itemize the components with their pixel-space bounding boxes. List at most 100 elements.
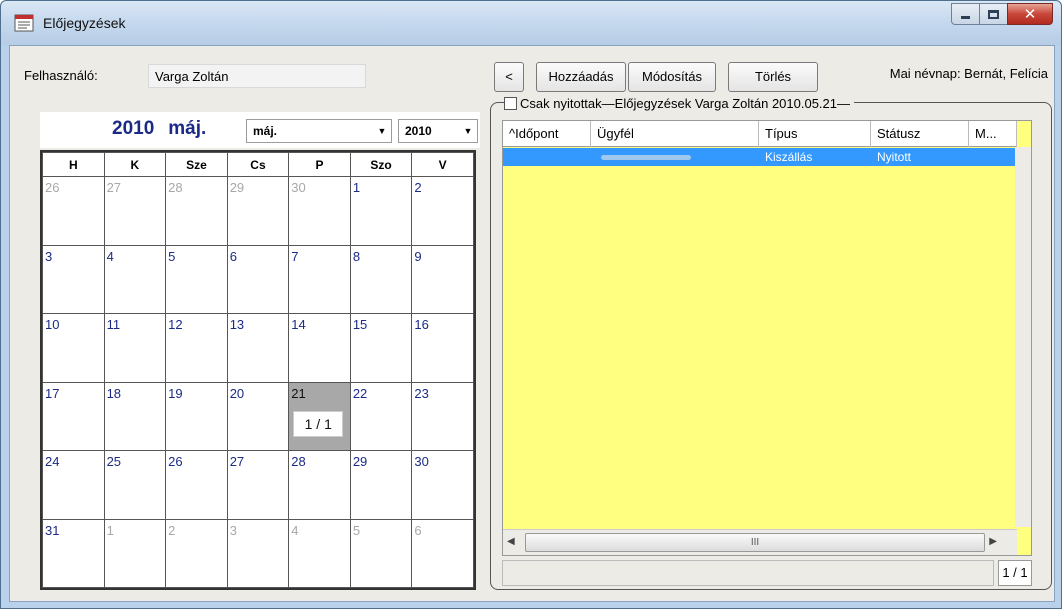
client-area: Felhasználó: Varga Zoltán 2010 máj. máj. … [9,45,1055,602]
calendar-day[interactable]: 12 [165,313,228,383]
weekday-header-cell: K [103,152,167,177]
vertical-scrollbar-area[interactable] [1015,147,1031,527]
calendar-week-row: 3 4 5 6 7 8 9 [42,244,474,314]
scroll-thumb[interactable]: III [525,533,985,552]
calendar-day[interactable]: 2 [411,176,474,246]
calendar-day[interactable]: 26 [165,450,228,520]
minimize-button[interactable] [951,3,979,25]
calendar-day[interactable]: 27 [103,176,167,246]
table-row[interactable]: Kiszállás Nyitott [503,148,1017,166]
calendar-day[interactable]: 5 [349,518,413,588]
scroll-left-icon[interactable]: ◀ [507,536,515,547]
horizontal-scrollbar[interactable]: ◀ III ▶ [503,529,1017,555]
column-header-ugyfel[interactable]: Ügyfél [591,121,759,147]
day-number: 29 [352,454,368,469]
calendar-day[interactable]: 29 [349,450,413,520]
calendar-day[interactable]: 25 [103,450,167,520]
day-number: 5 [352,522,361,538]
calendar-day[interactable]: 5 [165,244,228,314]
column-header-statusz[interactable]: Státusz [871,121,969,147]
modify-button[interactable]: Módosítás [628,62,716,92]
dropdown-arrow-icon: ▼ [463,126,473,136]
weekday-header-cell: V [411,152,474,177]
calendar-day[interactable]: 11 [103,313,167,383]
day-number: 4 [106,248,114,264]
calendar-day[interactable]: 8 [349,244,413,314]
calendar-day[interactable]: 10 [42,313,105,383]
calendar-day[interactable]: 1 [349,176,413,246]
day-number: 27 [106,180,122,195]
day-number: 25 [106,454,122,469]
month-select[interactable]: máj. ▼ [246,119,392,143]
calendar-day[interactable]: 3 [226,518,290,588]
calendar-day[interactable]: 20 [226,381,290,451]
calendar-week-row: 24 25 26 27 28 29 30 [42,450,474,520]
calendar-day[interactable]: 16 [411,313,474,383]
calendar-day-selected[interactable]: 21 1 / 1 [288,381,351,451]
add-button[interactable]: Hozzáadás [536,62,626,92]
day-number: 2 [168,522,176,538]
day-number: 20 [229,385,245,401]
group-legend: Csak nyitottak — Előjegyzések Varga Zolt… [504,94,855,112]
calendar-day[interactable]: 31 [42,518,105,588]
calendar-day[interactable]: 4 [288,518,351,588]
window-controls: ✕ [951,3,1053,25]
delete-button[interactable]: Törlés [728,62,818,92]
calendar-day[interactable]: 2 [165,518,228,588]
calendar-day[interactable]: 29 [226,176,290,246]
day-number: 7 [291,248,299,264]
calendar-day[interactable]: 9 [411,244,474,314]
maximize-button[interactable] [979,3,1007,25]
calendar-week-row: 10 11 12 13 14 15 16 [42,313,474,383]
day-number: 2 [414,180,422,195]
column-header-m[interactable]: M... [969,121,1017,147]
appointments-grid[interactable]: ^Időpont Ügyfél Típus Státusz M... Kiszá… [502,120,1032,556]
appointment-count-badge[interactable]: 1 / 1 [293,410,344,437]
day-number: 13 [229,317,245,332]
calendar-day[interactable]: 18 [103,381,167,451]
calendar-day[interactable]: 28 [288,450,351,520]
column-header-tipus[interactable]: Típus [759,121,871,147]
calendar-day[interactable]: 28 [165,176,228,246]
day-number: 28 [291,454,306,469]
close-icon: ✕ [1023,5,1037,23]
month-title: 2010 máj. [112,118,206,140]
window-title: Előjegyzések [43,15,126,31]
cell-ugyfel [591,148,759,166]
scroll-right-icon[interactable]: ▶ [989,536,997,547]
minimize-icon [961,15,970,19]
title-bar[interactable]: Előjegyzések ✕ [1,1,1061,45]
close-button[interactable]: ✕ [1007,3,1053,25]
calendar-day[interactable]: 3 [42,244,105,314]
calendar-day[interactable]: 23 [411,381,474,451]
cell-tipus: Kiszállás [765,150,813,164]
user-field[interactable]: Varga Zoltán [148,64,366,88]
day-number: 9 [414,248,422,264]
calendar-day[interactable]: 26 [42,176,105,246]
calendar-day[interactable]: 27 [226,450,290,520]
calendar-day[interactable]: 30 [288,176,351,246]
day-number: 3 [45,248,53,264]
only-open-checkbox[interactable] [504,96,517,110]
day-number: 18 [106,385,122,401]
calendar-day[interactable]: 1 [103,518,167,588]
day-number: 14 [291,317,306,332]
calendar-day[interactable]: 4 [103,244,167,314]
month-calendar: H K Sze Cs P Szo V 26 27 28 29 30 1 2 3 4 5 6 7 8 9 10 11 12 13… [40,150,476,590]
calendar-day[interactable]: 6 [411,518,474,588]
day-number: 6 [229,248,237,264]
calendar-day[interactable]: 14 [288,313,351,383]
calendar-day[interactable]: 30 [411,450,474,520]
calendar-day[interactable]: 6 [226,244,290,314]
year-select[interactable]: 2010 ▼ [398,119,478,143]
calendar-day[interactable]: 22 [349,381,413,451]
calendar-day[interactable]: 17 [42,381,105,451]
calendar-day[interactable]: 13 [226,313,290,383]
calendar-app-icon [14,14,34,32]
calendar-day[interactable]: 19 [165,381,228,451]
back-button[interactable]: < [494,62,524,92]
calendar-day[interactable]: 7 [288,244,351,314]
column-header-idopont[interactable]: ^Időpont [503,121,591,147]
calendar-day[interactable]: 15 [349,313,413,383]
calendar-day[interactable]: 24 [42,450,105,520]
